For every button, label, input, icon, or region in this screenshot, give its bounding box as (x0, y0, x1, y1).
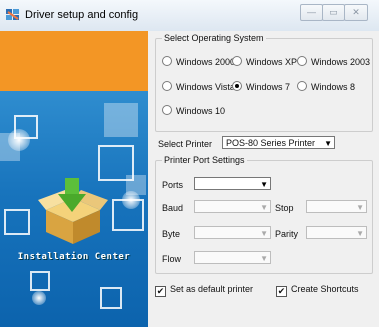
chevron-down-icon[interactable]: ▼ (260, 252, 268, 265)
radio-dot[interactable] (162, 105, 172, 115)
radio-dot-selected[interactable] (232, 81, 242, 91)
printer-select[interactable]: POS-80 Series Printer ▼ (222, 136, 335, 149)
radio-dot[interactable] (297, 56, 307, 66)
window-title: Driver setup and config (25, 9, 139, 21)
flow-label: Flow (162, 254, 182, 264)
byte-label: Byte (162, 229, 181, 239)
chevron-down-icon[interactable]: ▼ (356, 227, 364, 240)
ports-label: Ports (162, 180, 184, 190)
chevron-down-icon[interactable]: ▼ (356, 201, 364, 214)
radio-windows-xp[interactable]: Windows XP (232, 56, 297, 67)
radio-dot[interactable] (162, 81, 172, 91)
chevron-down-icon[interactable]: ▼ (260, 201, 268, 214)
radio-dot[interactable] (232, 56, 242, 66)
radio-windows-vista[interactable]: Windows Vista (162, 81, 235, 92)
checkbox-box[interactable]: ✔ (276, 286, 287, 297)
installation-banner: Installation Center (0, 91, 148, 327)
radio-dot[interactable] (162, 56, 172, 66)
baud-select[interactable]: ▼ (194, 200, 271, 213)
select-printer-label: Select Printer (158, 139, 213, 149)
radio-windows-7[interactable]: Windows 7 (232, 81, 290, 92)
side-panel: Installation Center (0, 31, 148, 327)
parity-select[interactable]: ▼ (306, 226, 367, 239)
radio-windows-10[interactable]: Windows 10 (162, 105, 225, 116)
app-icon (6, 9, 19, 20)
stop-label: Stop (275, 203, 294, 213)
chevron-down-icon[interactable]: ▼ (260, 178, 268, 191)
close-button[interactable]: ✕ (344, 4, 368, 21)
minimize-button[interactable]: — (300, 4, 323, 21)
stop-select[interactable]: ▼ (306, 200, 367, 213)
radio-windows-8[interactable]: Windows 8 (297, 81, 355, 92)
radio-windows-2003[interactable]: Windows 2003 (297, 56, 370, 67)
title-bar: Driver setup and config — ▭ ✕ (0, 0, 379, 31)
byte-select[interactable]: ▼ (194, 226, 271, 239)
maximize-button[interactable]: ▭ (322, 4, 345, 21)
baud-label: Baud (162, 203, 184, 213)
ports-select[interactable]: ▼ (194, 177, 271, 190)
printer-select-value: POS-80 Series Printer (226, 138, 316, 148)
chevron-down-icon[interactable]: ▼ (324, 137, 332, 150)
banner-text: Installation Center (17, 252, 131, 262)
port-settings-title: Printer Port Settings (162, 155, 247, 165)
flow-select[interactable]: ▼ (194, 251, 271, 264)
radio-windows-2000[interactable]: Windows 2000 (162, 56, 235, 67)
default-printer-checkbox[interactable]: ✔ Set as default printer (155, 284, 253, 297)
create-shortcuts-checkbox[interactable]: ✔ Create Shortcuts (276, 284, 359, 297)
chevron-down-icon[interactable]: ▼ (260, 227, 268, 240)
radio-dot[interactable] (297, 81, 307, 91)
checkbox-box[interactable]: ✔ (155, 286, 166, 297)
os-group-title: Select Operating System (162, 33, 266, 43)
package-icon (38, 178, 108, 244)
parity-label: Parity (275, 229, 299, 239)
